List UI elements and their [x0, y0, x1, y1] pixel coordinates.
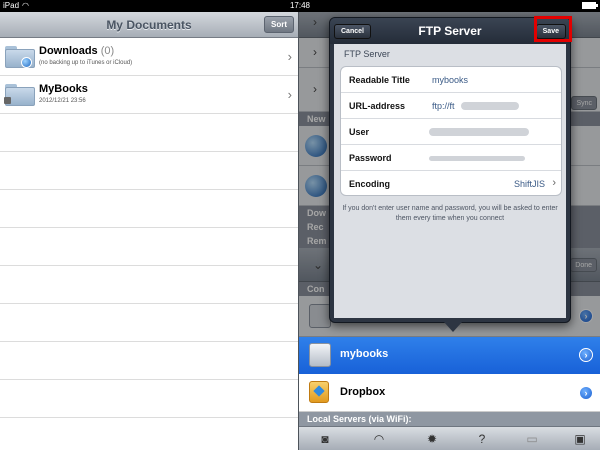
- chevron-right-icon: ›: [552, 177, 556, 189]
- documents-navbar: My Documents Sort: [0, 12, 298, 38]
- folder-icon: [4, 84, 35, 106]
- field-label: Password: [349, 153, 392, 163]
- url-address-field[interactable]: ftp://ft: [432, 101, 455, 111]
- empty-row: [0, 266, 298, 304]
- readable-title-field[interactable]: mybooks: [432, 75, 468, 85]
- chevron-right-icon: ›: [287, 87, 292, 102]
- item-name: Downloads: [39, 45, 98, 57]
- item-subtitle: (no backing up to iTunes or iCloud): [39, 60, 133, 66]
- redaction-blur: [461, 102, 519, 110]
- field-label: Readable Title: [349, 75, 410, 85]
- empty-row: [0, 380, 298, 418]
- encoding-value: ShiftJIS: [513, 179, 545, 189]
- documents-pane: My Documents Sort Downloads (0) (no back…: [0, 12, 298, 450]
- empty-row: [0, 114, 298, 152]
- settings-table: Readable Title mybooks URL-address ftp:/…: [340, 66, 562, 196]
- encoding-row[interactable]: Encoding ShiftJIS ›: [341, 171, 561, 195]
- bottom-toolbar: ◙ ◠ ✹ ? ▭ ▣: [299, 426, 600, 450]
- globe-badge-icon: [21, 57, 32, 68]
- field-label: Encoding: [349, 179, 390, 189]
- disclosure-icon[interactable]: ›: [579, 386, 593, 400]
- empty-row: [0, 152, 298, 190]
- folder-icon: [5, 46, 35, 68]
- user-field[interactable]: [429, 128, 529, 136]
- lock-icon[interactable]: ▣: [572, 431, 588, 447]
- password-field[interactable]: [429, 156, 525, 161]
- popover-arrow: [444, 322, 462, 332]
- item-name: MyBooks: [39, 83, 88, 95]
- empty-row: [0, 304, 298, 342]
- sort-button[interactable]: Sort: [264, 16, 294, 33]
- drive-icon: [309, 343, 331, 367]
- popover-content: FTP Server Readable Title mybooks URL-ad…: [334, 44, 566, 318]
- empty-row: [0, 342, 298, 380]
- empty-row: [0, 228, 298, 266]
- status-bar: iPad ◠ 17:48: [0, 0, 600, 12]
- server-item-mybooks[interactable]: mybooks ›: [299, 337, 600, 374]
- chevron-right-icon: ›: [287, 49, 292, 64]
- save-highlight-box: [534, 16, 572, 42]
- empty-row: [0, 190, 298, 228]
- popover-header: Cancel FTP Server Save: [330, 16, 572, 44]
- server-item-dropbox[interactable]: Dropbox ›: [299, 374, 600, 412]
- item-subtitle: 2012/12/21 23:56: [39, 98, 86, 104]
- dropbox-icon: [309, 381, 329, 403]
- field-label: User: [349, 127, 370, 137]
- status-time: 17:48: [289, 1, 311, 10]
- credentials-hint: If you don't enter user name and passwor…: [342, 205, 558, 222]
- field-label: URL-address: [349, 101, 406, 111]
- page-title: My Documents: [106, 18, 192, 32]
- help-icon[interactable]: ?: [474, 431, 490, 447]
- user-row[interactable]: User: [341, 119, 561, 145]
- server-item-label: Dropbox: [340, 386, 386, 398]
- wifi-icon[interactable]: ◠: [371, 431, 387, 447]
- ftp-server-popover: Cancel FTP Server Save FTP Server Readab…: [329, 16, 572, 332]
- lock-badge-icon: [4, 97, 11, 104]
- battery-icon: [582, 2, 598, 9]
- section-header-local-servers: Local Servers (via WiFi):: [299, 412, 600, 426]
- readable-title-row[interactable]: Readable Title mybooks: [341, 67, 561, 93]
- group-title: FTP Server: [344, 49, 390, 59]
- server-item-label: mybooks: [340, 348, 389, 360]
- url-address-row[interactable]: URL-address ftp://ft: [341, 93, 561, 119]
- item-count: (0): [100, 45, 115, 57]
- gear-icon[interactable]: ✹: [424, 431, 440, 447]
- disclosure-icon[interactable]: ›: [579, 348, 593, 362]
- password-row[interactable]: Password: [341, 145, 561, 171]
- list-item-mybooks[interactable]: MyBooks 2012/12/21 23:56 ›: [0, 76, 298, 114]
- camera-icon[interactable]: ◙: [317, 431, 333, 447]
- monitor-icon[interactable]: ▭: [524, 431, 540, 447]
- list-item-downloads[interactable]: Downloads (0) (no backing up to iTunes o…: [0, 38, 298, 76]
